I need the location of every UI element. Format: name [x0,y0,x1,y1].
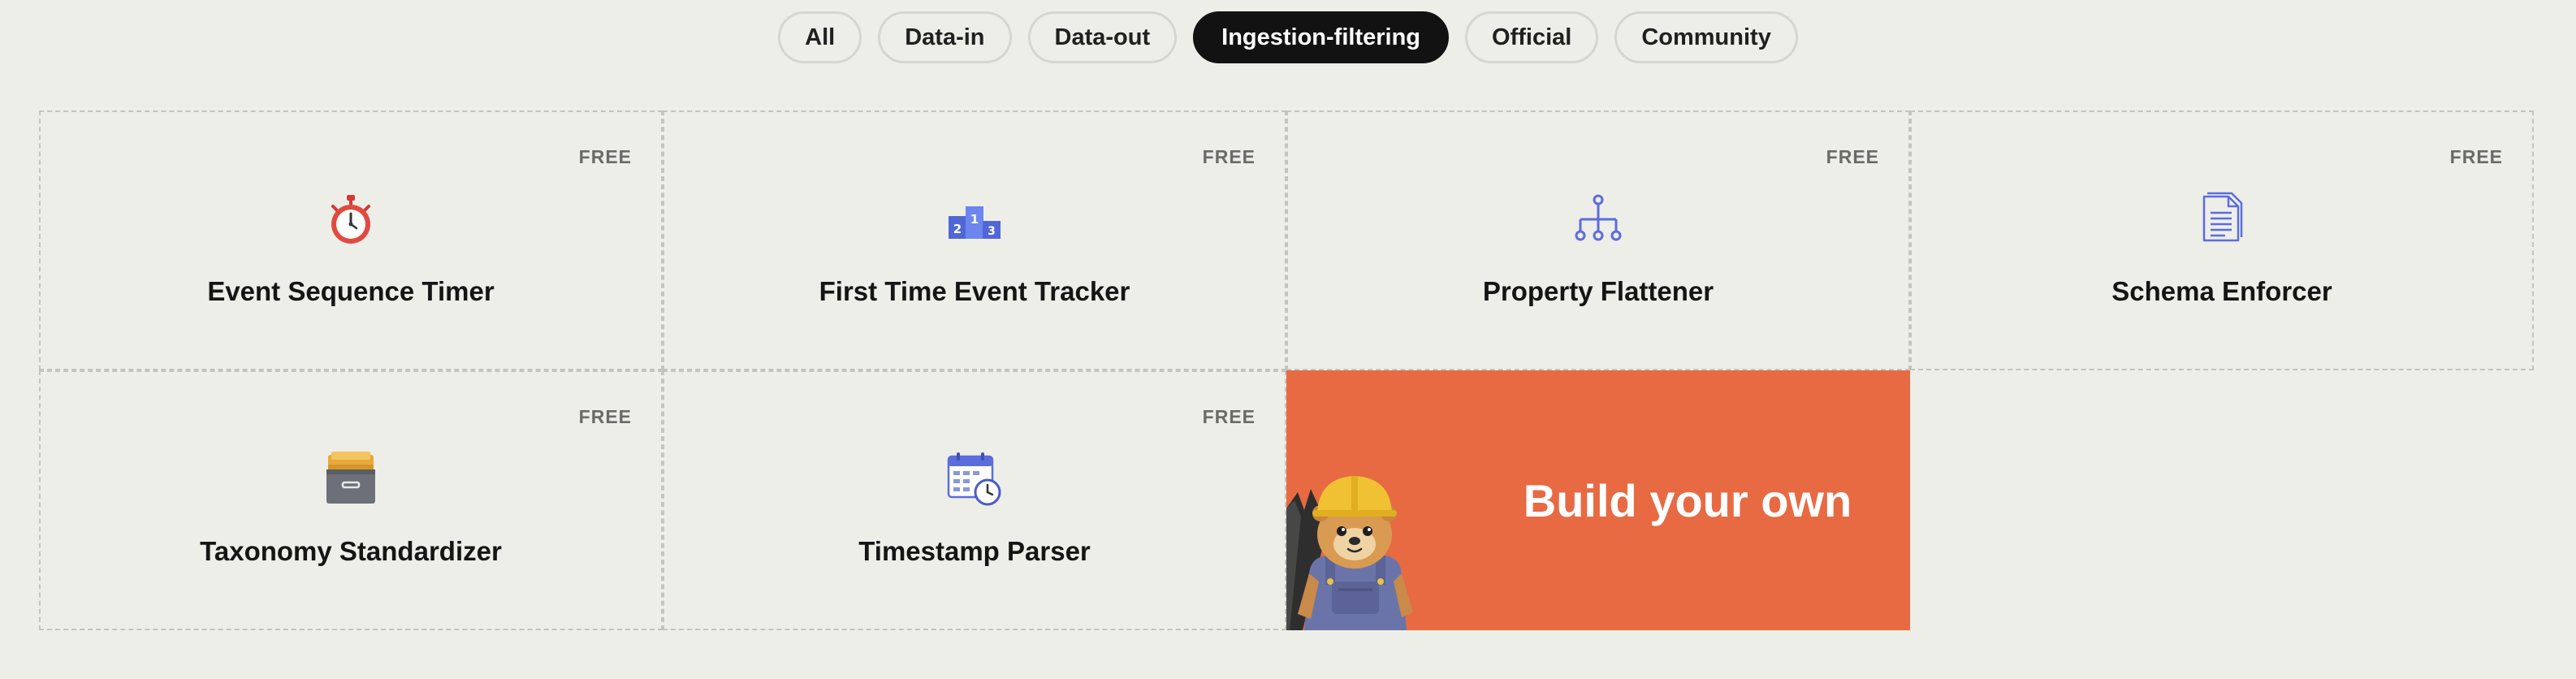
svg-text:1: 1 [970,212,979,227]
price-badge: FREE [2449,146,2503,167]
filter-pill-community[interactable]: Community [1614,11,1798,63]
filter-pill-data-out[interactable]: Data-out [1027,11,1178,63]
app-card-title: Schema Enforcer [2111,276,2332,306]
price-badge: FREE [578,146,632,167]
hierarchy-icon [1569,190,1627,249]
document-icon [2193,190,2251,249]
app-card-taxonomy-standardizer[interactable]: FREE Taxonomy Standardizer [39,370,663,630]
build-your-own-label: Build your own [1523,474,1852,526]
app-card-timestamp-parser[interactable]: FREE Timestamp Parser [663,370,1286,630]
filter-pill-data-in[interactable]: Data-in [878,11,1012,63]
filter-pill-official[interactable]: Official [1465,11,1599,63]
app-card-schema-enforcer[interactable]: FREE Schema Enforcer [1910,110,2534,370]
price-badge: FREE [1202,146,1256,167]
filter-pill-ingestion-filtering[interactable]: Ingestion-filtering [1193,11,1450,63]
price-badge: FREE [578,406,632,427]
build-your-own-card[interactable]: Build your own [1286,370,1910,630]
podium-icon: 2 1 3 [945,190,1004,249]
app-card-title: First Time Event Tracker [819,276,1130,306]
app-grid: FREE Event Sequence Timer FREE 2 1 3 Fir… [39,110,2534,630]
app-card-property-flattener[interactable]: FREE Property Flattener [1286,110,1910,370]
price-badge: FREE [1202,406,1256,427]
svg-text:3: 3 [988,225,996,238]
stopwatch-icon [322,190,380,249]
app-card-event-sequence-timer[interactable]: FREE Event Sequence Timer [39,110,663,370]
app-card-title: Timestamp Parser [858,536,1091,566]
calendar-clock-icon [945,450,1004,508]
app-card-first-time-event-tracker[interactable]: FREE 2 1 3 First Time Event Tracker [663,110,1286,370]
price-badge: FREE [1826,146,1879,167]
hedgehog-mascot-illustration [1286,460,1424,630]
svg-text:2: 2 [953,222,962,236]
app-card-title: Event Sequence Timer [207,276,495,306]
app-card-title: Taxonomy Standardizer [200,536,502,566]
filter-pill-all[interactable]: All [778,11,862,63]
category-filter-bar: All Data-in Data-out Ingestion-filtering… [0,11,2576,63]
file-cabinet-icon [322,450,380,508]
app-card-title: Property Flattener [1482,276,1714,306]
